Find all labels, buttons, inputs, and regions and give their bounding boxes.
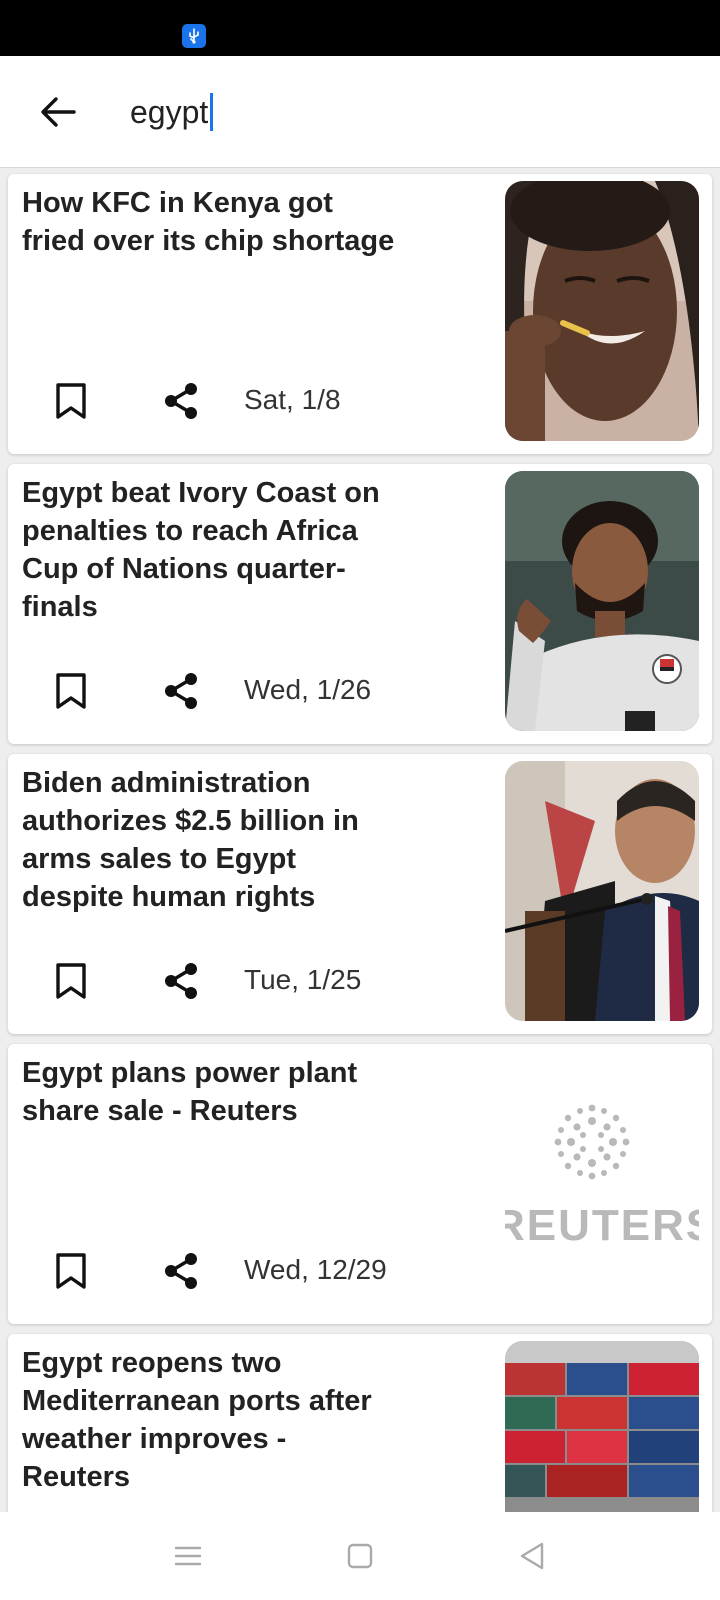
menu-icon	[174, 1546, 202, 1566]
article-title: How KFC in Kenya got fried over its chip…	[22, 187, 395, 257]
share-icon	[165, 673, 197, 709]
search-input-text: egypt	[130, 93, 209, 130]
bookmark-button[interactable]	[46, 956, 96, 1006]
system-navigation-bar	[0, 1512, 720, 1600]
triangle-back-icon	[520, 1542, 544, 1570]
article-title: Egypt beat Ivory Coast on penalties to r…	[22, 477, 380, 623]
recent-apps-button[interactable]	[164, 1532, 212, 1580]
article-actions: Tue, 1/25	[8, 950, 478, 1010]
bookmark-icon	[56, 963, 86, 999]
article-date: Tue, 1/25	[244, 964, 362, 995]
article-card[interactable]: How KFC in Kenya got fried over its chip…	[8, 174, 712, 454]
shipping-containers-photo[interactable]	[505, 1341, 699, 1512]
bookmark-button[interactable]	[46, 1246, 96, 1296]
home-button[interactable]	[336, 1532, 384, 1580]
share-button[interactable]	[156, 666, 206, 716]
square-icon	[347, 1543, 373, 1569]
share-button[interactable]	[156, 956, 206, 1006]
article-actions: Sat, 1/8	[8, 370, 478, 430]
bookmark-icon	[56, 673, 86, 709]
share-button[interactable]	[156, 1246, 206, 1296]
bookmark-button[interactable]	[46, 376, 96, 426]
article-date: Wed, 1/26	[244, 674, 372, 705]
article-actions: Wed, 1/26	[8, 660, 478, 720]
share-button[interactable]	[156, 376, 206, 426]
bookmark-icon	[56, 383, 86, 419]
back-button[interactable]	[28, 82, 88, 142]
results-list[interactable]: How KFC in Kenya got fried over its chip…	[0, 168, 720, 1512]
article-date: Wed, 12/29	[244, 1254, 387, 1285]
article-card[interactable]: Egypt reopens two Mediterranean ports af…	[8, 1334, 712, 1512]
share-icon	[165, 1253, 197, 1289]
article-title: Biden administration authorizes $2.5 bil…	[22, 767, 359, 913]
text-cursor	[210, 93, 214, 131]
reuters-logo[interactable]: REUTERS	[505, 1051, 699, 1311]
article-title: Egypt plans power plant share sale - Reu…	[22, 1057, 358, 1127]
article-card[interactable]: Biden administration authorizes $2.5 bil…	[8, 754, 712, 1034]
share-icon	[165, 383, 197, 419]
usb-icon	[182, 24, 206, 48]
article-card[interactable]: Egypt plans power plant share sale - Reu…	[8, 1044, 712, 1324]
politician-at-microphone-photo[interactable]	[505, 761, 699, 1021]
back-nav-button[interactable]	[508, 1532, 556, 1580]
status-bar	[0, 0, 720, 56]
search-input[interactable]: egypt	[130, 86, 214, 138]
article-card[interactable]: Egypt beat Ivory Coast on penalties to r…	[8, 464, 712, 744]
search-bar: egypt	[0, 56, 720, 168]
share-icon	[165, 963, 197, 999]
bookmark-icon	[56, 1253, 86, 1289]
arrow-left-icon	[41, 97, 76, 127]
article-date: Sat, 1/8	[244, 384, 341, 415]
article-actions: Wed, 12/29	[8, 1240, 478, 1300]
article-title: Egypt reopens two Mediterranean ports af…	[22, 1347, 372, 1493]
bookmark-button[interactable]	[46, 666, 96, 716]
footballer-pointing-photo[interactable]	[505, 471, 699, 731]
woman-eating-chip-photo[interactable]	[505, 181, 699, 441]
reuters-logo-text: REUTERS	[505, 1201, 699, 1250]
